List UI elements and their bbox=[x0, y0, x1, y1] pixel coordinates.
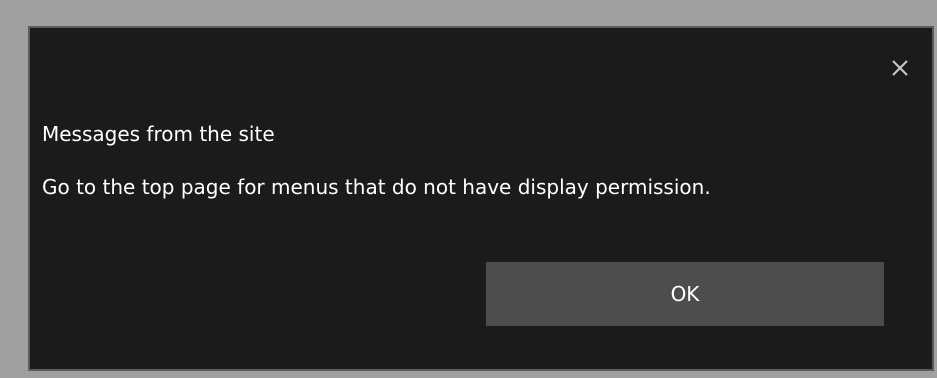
ok-button[interactable]: OK bbox=[486, 262, 884, 326]
alert-dialog: Messages from the site Go to the top pag… bbox=[28, 26, 934, 371]
dialog-message: Go to the top page for menus that do not… bbox=[42, 175, 711, 199]
close-button[interactable] bbox=[888, 56, 912, 80]
dialog-title: Messages from the site bbox=[42, 122, 275, 146]
close-icon bbox=[888, 56, 912, 80]
